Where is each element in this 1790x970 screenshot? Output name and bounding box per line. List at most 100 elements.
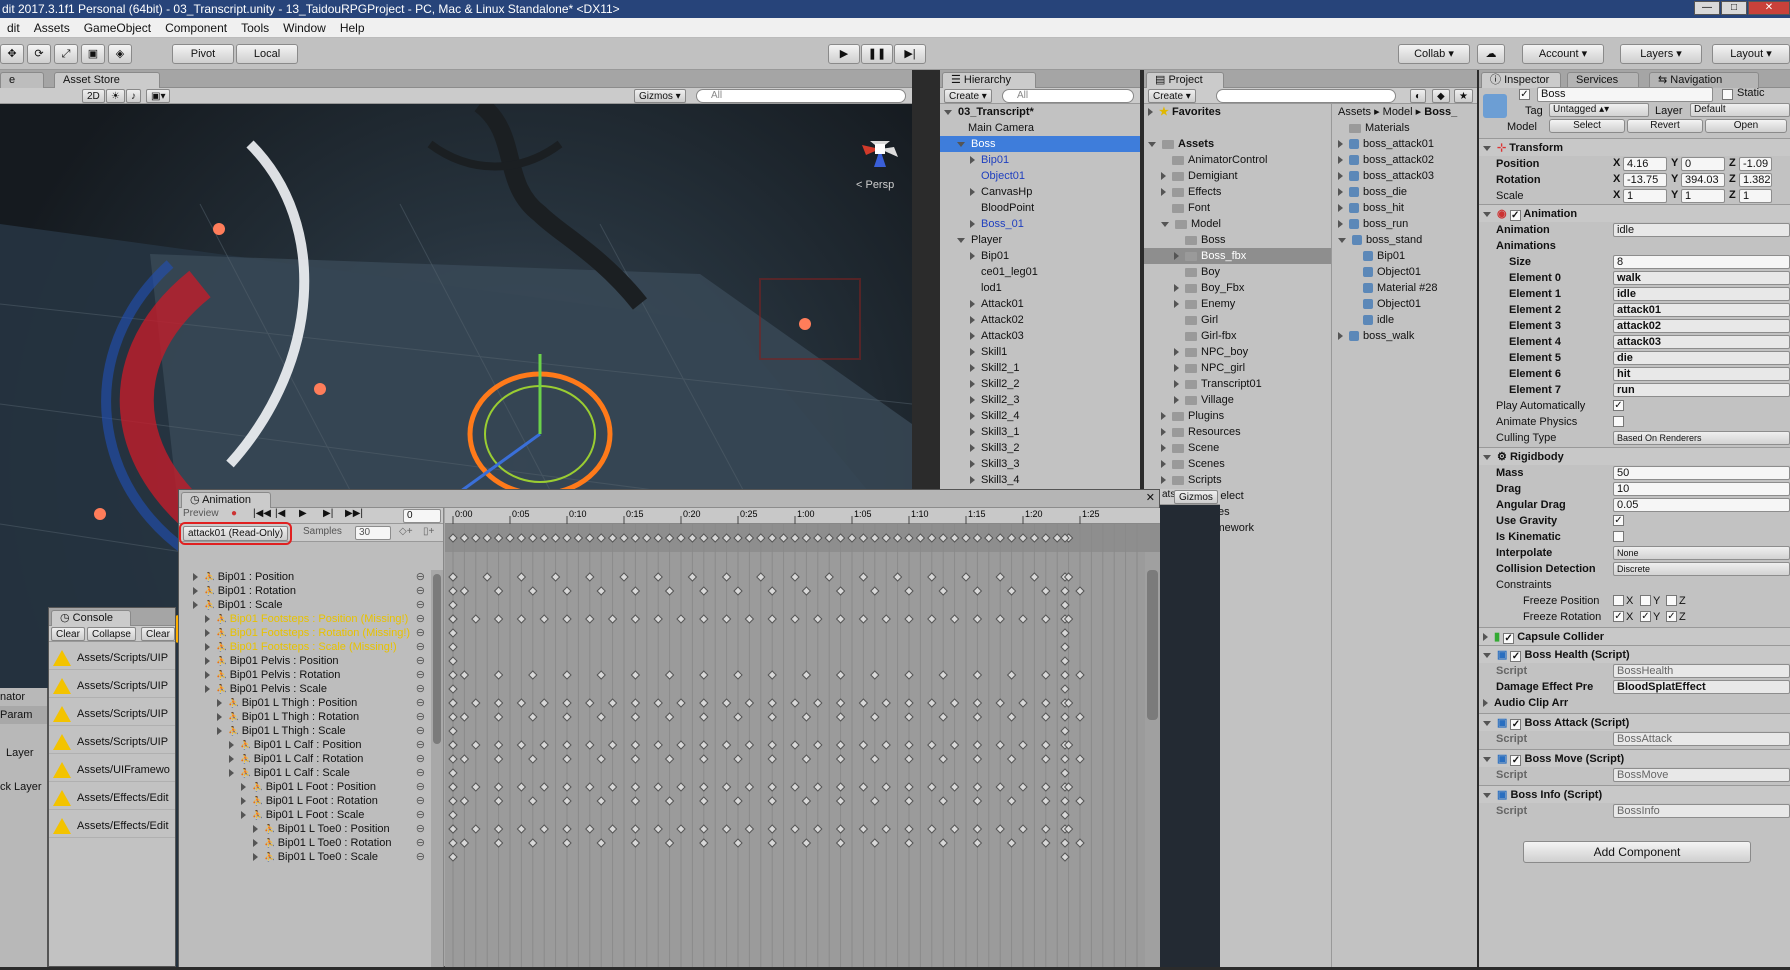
- property-keyframe[interactable]: [699, 782, 709, 792]
- property-keyframe[interactable]: [949, 614, 960, 624]
- expand-arrow-icon[interactable]: [1174, 380, 1179, 389]
- property-keyframe[interactable]: [607, 614, 618, 624]
- property-keyframe[interactable]: [459, 754, 470, 764]
- hierarchy-item[interactable]: lod1: [940, 280, 1140, 296]
- tab-hierarchy[interactable]: ☰ Hierarchy: [942, 72, 1036, 88]
- property-keyframe[interactable]: [835, 824, 846, 834]
- summary-keyframe[interactable]: [756, 533, 766, 543]
- summary-keyframe[interactable]: [744, 533, 755, 543]
- interpolate-dropdown[interactable]: None: [1613, 546, 1790, 560]
- hierarchy-item[interactable]: Skill2_2: [940, 376, 1140, 392]
- animation-property-row[interactable]: ⛹ Bip01 L Thigh : Rotation ⊖: [179, 710, 431, 724]
- property-keyframe[interactable]: [448, 600, 458, 610]
- property-keyframe[interactable]: [596, 586, 606, 596]
- freeze-pos-z-checkbox[interactable]: [1666, 595, 1677, 606]
- summary-keyframe[interactable]: [892, 533, 903, 543]
- pivot-button[interactable]: Pivot: [172, 44, 234, 64]
- add-event-icon[interactable]: ▯+: [423, 526, 434, 537]
- property-expand-icon[interactable]: [217, 699, 222, 708]
- property-keyframe[interactable]: [824, 572, 834, 582]
- property-keyframe[interactable]: [493, 614, 504, 624]
- project-folder-item[interactable]: Boy_Fbx: [1144, 280, 1331, 296]
- menu-dit[interactable]: dit: [0, 18, 27, 38]
- property-keyframe[interactable]: [938, 586, 948, 596]
- summary-keyframe[interactable]: [938, 533, 948, 543]
- property-options-icon[interactable]: ⊖: [416, 808, 425, 822]
- property-keyframe[interactable]: [664, 670, 675, 680]
- property-keyframe[interactable]: [653, 824, 663, 834]
- property-keyframe[interactable]: [539, 782, 549, 792]
- property-keyframe[interactable]: [630, 712, 641, 722]
- property-keyframe[interactable]: [630, 754, 641, 764]
- property-keyframe[interactable]: [585, 782, 595, 792]
- property-keyframe[interactable]: [892, 572, 903, 582]
- summary-keyframe[interactable]: [710, 533, 720, 543]
- property-keyframe[interactable]: [1006, 712, 1017, 722]
- summary-keyframe[interactable]: [824, 533, 834, 543]
- capsule-enabled-checkbox[interactable]: ✓: [1503, 633, 1515, 644]
- tab-console[interactable]: ◷ Console: [51, 610, 131, 626]
- property-keyframe[interactable]: [653, 782, 663, 792]
- project-file-item[interactable]: boss_run: [1334, 216, 1477, 232]
- transform-fold-icon[interactable]: [1483, 145, 1491, 151]
- layout-dropdown[interactable]: Layout ▾: [1712, 44, 1790, 64]
- property-keyframe[interactable]: [1060, 768, 1070, 778]
- scale-tool-icon[interactable]: ⤢: [54, 44, 78, 64]
- property-keyframe[interactable]: [493, 698, 504, 708]
- constraints-row[interactable]: Constraints: [1479, 577, 1790, 593]
- project-file-item[interactable]: boss_attack03: [1334, 168, 1477, 184]
- property-options-icon[interactable]: ⊖: [416, 752, 425, 766]
- angular-drag-field[interactable]: 0.05: [1613, 498, 1790, 512]
- property-scrollbar[interactable]: [431, 570, 443, 967]
- property-keyframe[interactable]: [539, 740, 549, 750]
- property-keyframe[interactable]: [813, 614, 823, 624]
- property-keyframe[interactable]: [813, 824, 823, 834]
- property-keyframe[interactable]: [699, 670, 709, 680]
- property-keyframe[interactable]: [459, 670, 470, 680]
- summary-keyframe[interactable]: [995, 533, 1005, 543]
- animation-property-row[interactable]: ⛹ Bip01 Footsteps : Position (Missing!) ⊖: [179, 612, 431, 626]
- project-folder-item[interactable]: Village: [1144, 392, 1331, 408]
- dopesheet-scroll-thumb[interactable]: [1147, 570, 1158, 720]
- property-keyframe[interactable]: [471, 698, 481, 708]
- summary-keyframe[interactable]: [653, 533, 663, 543]
- play-button[interactable]: ▶: [828, 44, 860, 64]
- animation-window-close-icon[interactable]: ✕: [1146, 491, 1155, 504]
- project-file-item[interactable]: boss_attack01: [1334, 136, 1477, 152]
- expand-arrow-icon[interactable]: [1161, 476, 1166, 485]
- property-expand-icon[interactable]: [205, 615, 210, 624]
- boss-move-fold-icon[interactable]: [1483, 756, 1491, 762]
- summary-keyframe[interactable]: [813, 533, 823, 543]
- summary-keyframe[interactable]: [676, 533, 686, 543]
- expand-arrow-icon[interactable]: [1338, 140, 1343, 149]
- property-keyframe[interactable]: [448, 670, 458, 680]
- expand-arrow-icon[interactable]: [1338, 220, 1343, 229]
- property-options-icon[interactable]: ⊖: [416, 668, 425, 682]
- property-keyframe[interactable]: [607, 782, 618, 792]
- drag-field[interactable]: 10: [1613, 482, 1790, 496]
- animation-property-row[interactable]: ⛹ Bip01 L Thigh : Position ⊖: [179, 696, 431, 710]
- property-keyframe[interactable]: [790, 824, 800, 834]
- hierarchy-item[interactable]: Skill3_3: [940, 456, 1140, 472]
- 2d-toggle[interactable]: 2D: [82, 89, 105, 103]
- dopesheet[interactable]: 0:00 0:05 0:10 0:15 0:20 0:25 1:00 1:05 1:10 1:15…: [445, 508, 1160, 967]
- animation-enabled-checkbox[interactable]: ✓: [1509, 210, 1521, 221]
- project-folder-item[interactable]: Girl-fbx: [1144, 328, 1331, 344]
- summary-keyframe[interactable]: [733, 533, 743, 543]
- property-keyframe[interactable]: [448, 810, 458, 820]
- property-keyframe[interactable]: [938, 796, 948, 806]
- property-keyframe[interactable]: [448, 768, 458, 778]
- summary-keyframe[interactable]: [619, 533, 629, 543]
- property-keyframe[interactable]: [835, 838, 846, 848]
- property-keyframe[interactable]: [835, 712, 846, 722]
- property-keyframe[interactable]: [1029, 572, 1040, 582]
- property-keyframe[interactable]: [653, 614, 663, 624]
- property-keyframe[interactable]: [607, 740, 618, 750]
- property-keyframe[interactable]: [607, 824, 618, 834]
- animation-property-row[interactable]: ⛹ Bip01 L Toe0 : Rotation ⊖: [179, 836, 431, 850]
- property-keyframe[interactable]: [961, 572, 971, 582]
- property-keyframe[interactable]: [471, 782, 481, 792]
- timeline-ruler[interactable]: 0:00 0:05 0:10 0:15 0:20 0:25 1:00 1:05 1:10 1:15…: [445, 508, 1160, 524]
- prev-frame-icon[interactable]: |◀: [275, 508, 285, 519]
- boss-move-header[interactable]: ▣ ✓ Boss Move (Script): [1479, 749, 1790, 767]
